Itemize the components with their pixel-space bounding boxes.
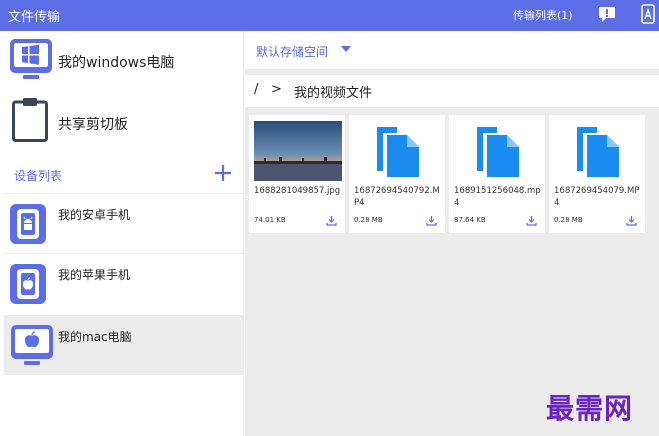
file-size: 0.28 MB <box>554 216 583 224</box>
watermark: 最需网 <box>546 392 634 425</box>
android-phone-icon <box>10 204 46 244</box>
clipboard-icon <box>12 98 48 142</box>
breadcrumb: / > 我的视频文件 <box>245 75 659 107</box>
storage-label: 默认存储空间 <box>256 45 329 59</box>
mac-computer-icon <box>11 325 53 365</box>
document-file-icon <box>377 127 419 177</box>
mac-computer-label: 我的mac电脑 <box>58 330 132 344</box>
message-alert-icon[interactable] <box>597 4 617 24</box>
file-name: 16872694540792.MP4 <box>354 186 440 208</box>
file-size: 0.28 MB <box>354 216 383 224</box>
breadcrumb-root[interactable]: / <box>254 82 258 97</box>
breadcrumb-separator: > <box>271 82 282 97</box>
download-icon[interactable] <box>626 215 637 226</box>
file-card[interactable]: 16872694540792.MP4 0.28 MB <box>349 115 445 233</box>
phone-device-icon[interactable] <box>638 4 658 24</box>
sidebar-item-apple-phone[interactable]: 我的苹果手机 <box>4 253 244 313</box>
download-icon[interactable] <box>326 215 337 226</box>
sidebar-item-android-phone[interactable]: 我的安卓手机 <box>4 193 244 253</box>
file-browser: 默认存储空间 / > 我的视频文件 1688281049857.jpg 74.0… <box>245 31 659 436</box>
file-card[interactable]: 1689151256048.mp4 87.64 KB <box>449 115 545 233</box>
document-file-icon <box>577 127 619 177</box>
document-file-icon <box>477 127 519 177</box>
file-name: 1688281049857.jpg <box>254 186 341 196</box>
file-name: 1689151256048.mp4 <box>454 186 541 208</box>
sidebar-item-clipboard[interactable]: 共享剪切板 <box>0 91 244 155</box>
file-size: 74.01 KB <box>254 216 286 224</box>
sidebar: 我的windows电脑 共享剪切板 设备列表 我的安卓手机 我的苹果手机 我的m… <box>0 31 244 436</box>
windows-pc-label: 我的windows电脑 <box>58 55 175 71</box>
android-phone-label: 我的安卓手机 <box>58 208 131 222</box>
add-device-icon[interactable] <box>213 163 233 183</box>
apple-phone-label: 我的苹果手机 <box>58 268 131 282</box>
download-icon[interactable] <box>526 215 537 226</box>
device-list-header: 设备列表 <box>0 155 244 193</box>
windows-computer-icon <box>10 39 52 79</box>
device-list-title: 设备列表 <box>14 169 63 183</box>
app-title: 文件传输 <box>8 10 61 25</box>
clipboard-label: 共享剪切板 <box>58 117 128 133</box>
file-name: 1687269454079.MP4 <box>554 186 640 208</box>
file-card[interactable]: 1687269454079.MP4 0.28 MB <box>549 115 645 233</box>
apple-phone-icon <box>10 264 46 304</box>
sidebar-item-mac-computer[interactable]: 我的mac电脑 <box>4 315 244 375</box>
download-icon[interactable] <box>426 215 437 226</box>
transfer-list-button[interactable]: 传输列表(1) <box>513 7 573 23</box>
file-size: 87.64 KB <box>454 216 486 224</box>
breadcrumb-current-folder[interactable]: 我的视频文件 <box>294 82 372 101</box>
caret-down-icon[interactable] <box>341 46 351 53</box>
top-bar: 文件传输 传输列表(1) <box>0 0 659 31</box>
image-thumbnail <box>254 121 342 181</box>
file-card[interactable]: 1688281049857.jpg 74.01 KB <box>249 115 345 233</box>
storage-selector[interactable]: 默认存储空间 <box>245 31 659 69</box>
sidebar-item-windows-pc[interactable]: 我的windows电脑 <box>0 31 244 91</box>
